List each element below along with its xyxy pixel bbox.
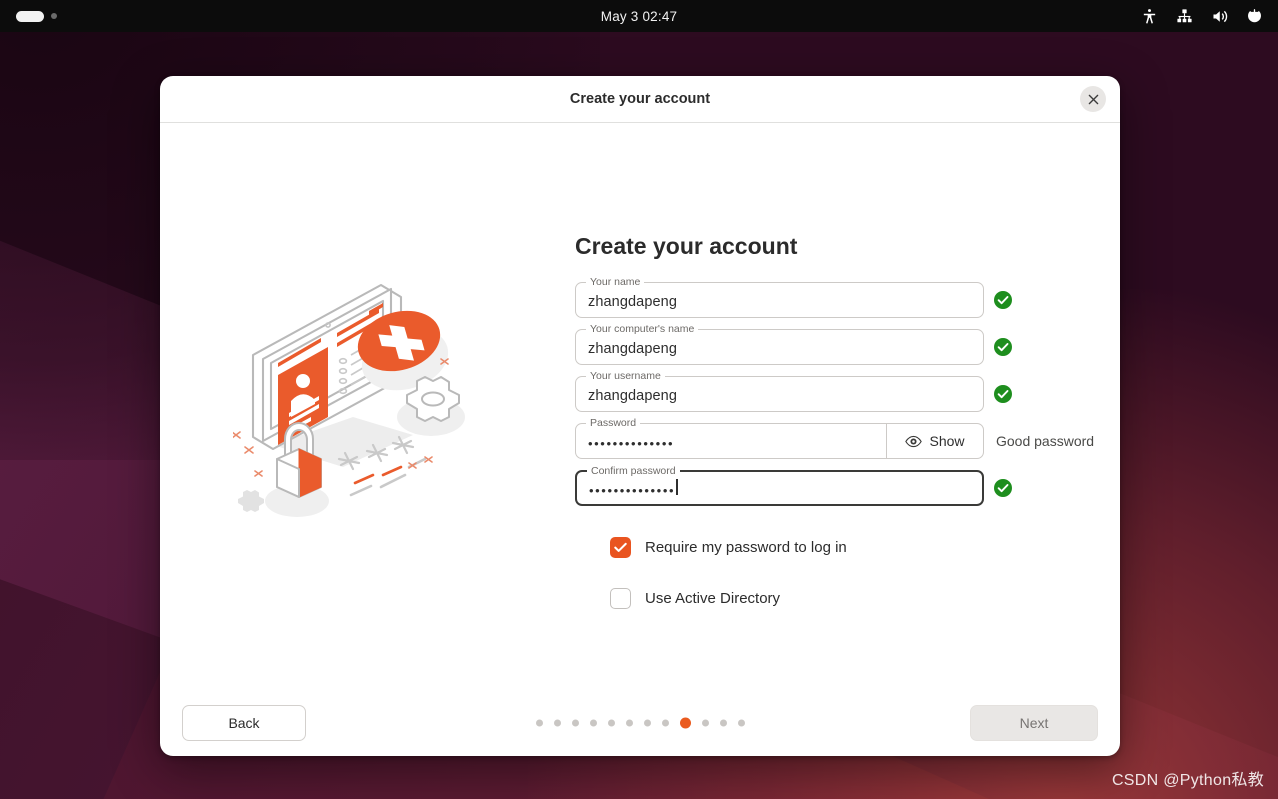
watermark: CSDN @Python私教 [1111, 772, 1264, 789]
password-field[interactable]: Password •••••••••••••• Show [575, 417, 984, 459]
password-input[interactable]: •••••••••••••• [576, 424, 886, 458]
require-password-label[interactable]: Require my password to log in [645, 539, 847, 556]
dialog-header: Create your account [160, 76, 1120, 123]
computer-name-field-label: Your computer's name [586, 323, 699, 335]
workspace-indicator[interactable] [0, 10, 200, 22]
close-icon[interactable] [1080, 86, 1106, 112]
back-button[interactable]: Back [182, 705, 306, 741]
accessibility-icon[interactable] [1139, 6, 1159, 26]
top-bar: May 3 02:47 [0, 0, 1278, 32]
eye-icon [905, 435, 923, 448]
page-dot[interactable] [719, 719, 727, 727]
field-row-confirm-password: Confirm password •••••••••••••• [575, 465, 1120, 506]
computer-name-field-value: zhangdapeng [588, 341, 677, 357]
network-icon[interactable] [1174, 6, 1194, 26]
name-valid-icon [994, 291, 1012, 309]
page-title: Create your account [575, 233, 798, 259]
status-area [1078, 6, 1278, 26]
volume-icon[interactable] [1209, 6, 1229, 26]
field-row-username: Your username zhangdapeng [575, 370, 1120, 412]
account-form: Create your account Your name zhangdapen… [575, 123, 1120, 690]
page-dot[interactable] [607, 719, 615, 727]
use-active-directory-label[interactable]: Use Active Directory [645, 590, 780, 607]
username-field-label: Your username [586, 370, 665, 382]
field-row-password: Password •••••••••••••• Show Good passwo… [575, 417, 1120, 459]
username-valid-icon [994, 385, 1012, 403]
use-active-directory-checkbox[interactable] [610, 588, 631, 609]
show-password-button[interactable]: Show [886, 424, 983, 458]
name-field-label: Your name [586, 276, 645, 288]
page-dot-active[interactable] [679, 717, 691, 729]
confirm-password-field-label: Confirm password [587, 465, 680, 477]
password-strength-hint: Good password [996, 433, 1095, 449]
confirm-password-field[interactable]: Confirm password •••••••••••••• [575, 465, 984, 506]
page-dot[interactable] [701, 719, 709, 727]
password-field-value: •••••••••••••• [588, 436, 675, 451]
clock[interactable]: May 3 02:47 [200, 9, 1078, 24]
name-field-value: zhangdapeng [588, 294, 677, 310]
page-dot[interactable] [571, 719, 579, 727]
page-dot[interactable] [553, 719, 561, 727]
page-dot[interactable] [737, 719, 745, 727]
create-account-dialog: Create your account Create your account … [160, 76, 1120, 756]
username-field[interactable]: Your username zhangdapeng [575, 370, 984, 412]
field-row-name: Your name zhangdapeng [575, 276, 1120, 318]
password-field-label: Password [586, 417, 641, 429]
dialog-body: Create your account Your name zhangdapen… [160, 123, 1120, 690]
account-security-illustration [160, 123, 575, 690]
require-password-checkbox[interactable] [610, 537, 631, 558]
dialog-footer: Back Next [160, 690, 1120, 756]
workspace-dot-icon[interactable] [51, 13, 57, 19]
page-dot[interactable] [643, 719, 651, 727]
page-dot[interactable] [625, 719, 633, 727]
workspace-pill-active-icon[interactable] [16, 10, 44, 22]
require-password-row[interactable]: Require my password to log in [610, 537, 1120, 558]
show-password-label: Show [929, 433, 965, 449]
desktop-wallpaper: May 3 02:47 Create your account Create y… [0, 0, 1278, 799]
page-dot[interactable] [661, 719, 669, 727]
confirm-password-valid-icon [994, 479, 1012, 497]
use-active-directory-row[interactable]: Use Active Directory [610, 588, 1120, 609]
computer-name-valid-icon [994, 338, 1012, 356]
name-field[interactable]: Your name zhangdapeng [575, 276, 984, 318]
field-row-computer-name: Your computer's name zhangdapeng [575, 323, 1120, 365]
confirm-password-field-value: •••••••••••••• [589, 483, 676, 498]
power-icon[interactable] [1244, 6, 1264, 26]
next-button[interactable]: Next [970, 705, 1098, 741]
username-field-value: zhangdapeng [588, 388, 677, 404]
computer-name-field[interactable]: Your computer's name zhangdapeng [575, 323, 984, 365]
page-dot[interactable] [589, 719, 597, 727]
page-dot[interactable] [535, 719, 543, 727]
text-caret [676, 479, 678, 495]
dialog-title: Create your account [569, 91, 711, 107]
